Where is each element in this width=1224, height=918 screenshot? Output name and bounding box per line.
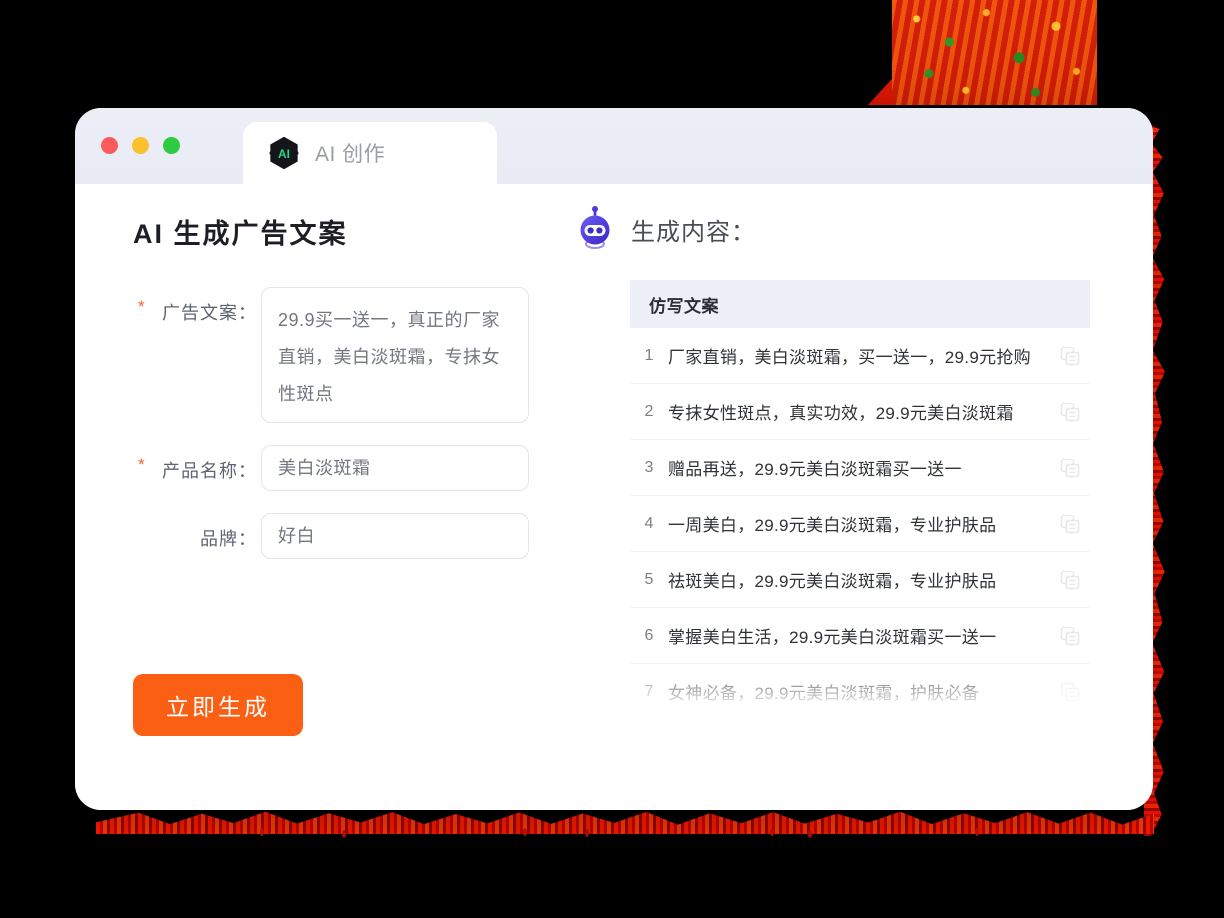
minimize-window-button[interactable] [132,137,149,154]
copy-icon[interactable] [1060,682,1080,702]
form-row-brand: 品牌： 好白 [133,513,575,559]
field-label-product-name: * 产品名称： [133,445,261,483]
svg-text:AI: AI [278,147,290,161]
copy-icon[interactable] [1060,346,1080,366]
results-pane: 生成内容： 仿写文案 1 厂家直销，美白淡斑霜，买一送一，29.9元抢购 2 专… [575,184,1153,810]
ai-hexagon-logo-icon: AI [269,136,299,170]
row-text: 祛斑美白，29.9元美白淡斑霜，专业护肤品 [668,572,997,591]
form-pane: AI 生成广告文案 * 广告文案： * 产品名称： 美白淡斑霜 [75,184,575,810]
copy-icon[interactable] [1060,402,1080,422]
required-marker: * [138,297,146,316]
table-row[interactable]: 3 赠品再送，29.9元美白淡斑霜买一送一 [630,440,1090,496]
page-background: AI AI 创作 AI 生成广告文案 * 广告文案： * [0,0,1224,918]
field-label-text: 广告文案： [162,303,257,323]
window-titlebar: AI AI 创作 [75,108,1153,184]
row-text: 一周美白，29.9元美白淡斑霜，专业护肤品 [668,516,997,535]
tab-label: AI 创作 [315,143,386,166]
row-text: 厂家直销，美白淡斑霜，买一送一，29.9元抢购 [668,348,1031,367]
row-index: 2 [644,402,654,420]
table-row[interactable]: 1 厂家直销，美白淡斑霜，买一送一，29.9元抢购 [630,328,1090,384]
copy-icon[interactable] [1060,458,1080,478]
table-column-header: 仿写文案 [630,280,1090,328]
row-index: 3 [644,458,654,476]
field-label-text: 产品名称： [162,461,257,481]
table-row[interactable]: 4 一周美白，29.9元美白淡斑霜，专业护肤品 [630,496,1090,552]
brand-input[interactable]: 好白 [261,513,529,559]
field-label-text: 品牌： [200,529,257,549]
window-body: AI 生成广告文案 * 广告文案： * 产品名称： 美白淡斑霜 [75,184,1153,810]
tab-ai-creation[interactable]: AI AI 创作 [243,122,497,184]
row-text: 赠品再送，29.9元美白淡斑霜买一送一 [668,460,962,479]
form-row-product-name: * 产品名称： 美白淡斑霜 [133,445,575,491]
table-row[interactable]: 6 掌握美白生活，29.9元美白淡斑霜买一送一 [630,608,1090,664]
table-row[interactable]: 7 女神必备，29.9元美白淡斑霜，护肤必备 [630,664,1090,710]
row-index: 6 [644,626,654,644]
generate-button[interactable]: 立即生成 [133,674,303,736]
results-heading-text: 生成内容： [631,218,756,246]
robot-head-icon [580,206,610,249]
decorative-red-specks [240,826,1070,840]
row-index: 1 [644,346,654,364]
row-index: 4 [644,514,654,532]
table-row[interactable]: 2 专抹女性斑点，真实功效，29.9元美白淡斑霜 [630,384,1090,440]
maximize-window-button[interactable] [163,137,180,154]
copy-icon[interactable] [1060,514,1080,534]
table-row[interactable]: 5 祛斑美白，29.9元美白淡斑霜，专业护肤品 [630,552,1090,608]
copy-icon[interactable] [1060,570,1080,590]
ad-copy-textarea[interactable] [261,287,529,423]
row-text: 掌握美白生活，29.9元美白淡斑霜买一送一 [668,628,997,647]
results-table: 仿写文案 1 厂家直销，美白淡斑霜，买一送一，29.9元抢购 2 专抹女性斑点，… [630,280,1090,710]
decorative-texture-block [892,0,1097,105]
close-window-button[interactable] [101,137,118,154]
required-marker: * [138,455,146,474]
product-name-input[interactable]: 美白淡斑霜 [261,445,529,491]
field-label-ad-copy: * 广告文案： [133,287,261,325]
row-text: 女神必备，29.9元美白淡斑霜，护肤必备 [668,684,980,703]
copy-icon[interactable] [1060,626,1080,646]
field-label-brand: 品牌： [133,513,261,551]
results-heading: 生成内容： [575,206,1107,252]
traffic-light-controls [101,137,180,154]
form-row-ad-copy: * 广告文案： [133,287,575,423]
row-index: 7 [644,682,654,700]
page-title: AI 生成广告文案 [133,219,348,249]
row-text: 专抹女性斑点，真实功效，29.9元美白淡斑霜 [668,404,1014,423]
app-window: AI AI 创作 AI 生成广告文案 * 广告文案： * [75,108,1153,810]
row-index: 5 [644,570,654,588]
